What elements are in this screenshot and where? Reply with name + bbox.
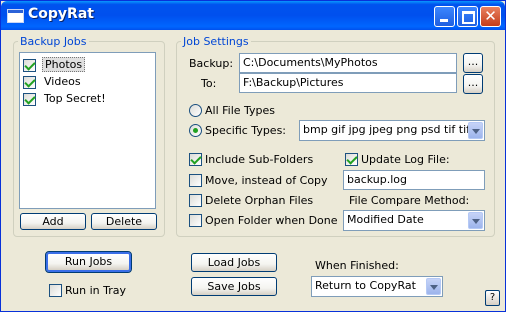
run-jobs-label: Run Jobs [64,255,113,268]
load-jobs-button[interactable]: Load Jobs [191,253,277,272]
backup-label: Backup: [189,57,234,70]
chevron-down-icon[interactable] [468,122,483,139]
backup-jobs-list[interactable]: Photos Videos Top Secret! [19,52,156,209]
compare-method-select[interactable]: Modified Date [343,210,485,231]
job-checkbox-videos[interactable] [23,76,36,89]
move-instead-label: Move, instead of Copy [205,174,328,187]
when-finished-value: Return to CopyRat [315,279,416,292]
specific-types-select[interactable]: bmp gif jpg jpeg png psd tif tiff tga [299,120,485,141]
when-finished-select[interactable]: Return to CopyRat [311,276,443,297]
app-window-icon [7,9,24,23]
job-checkbox-photos[interactable] [23,59,36,72]
all-file-types-label: All File Types [205,104,276,117]
close-button[interactable]: ✕ [480,6,501,27]
window-title: CopyRat [28,6,94,22]
help-button[interactable]: ? [485,290,500,306]
compare-method-label: File Compare Method: [349,194,470,207]
backup-source-field[interactable]: C:\Documents\MyPhotos [239,53,457,73]
close-icon: ✕ [484,7,497,25]
browse-source-button[interactable]: ... [463,53,483,73]
run-jobs-button[interactable]: Run Jobs [45,251,132,273]
delete-job-button[interactable]: Delete [91,213,157,230]
minimize-icon [435,7,454,26]
maximize-button[interactable] [457,6,478,27]
save-jobs-label: Save Jobs [207,280,261,293]
add-job-button[interactable]: Add [20,213,86,230]
include-subfolders-checkbox[interactable] [189,153,202,166]
specific-types-label: Specific Types: [205,124,287,137]
maximize-icon [458,7,477,26]
job-settings-legend: Job Settings [183,35,249,48]
all-file-types-radio[interactable] [189,104,202,117]
when-finished-label: When Finished: [315,259,399,272]
list-item-label: Top Secret! [44,92,106,105]
log-file-field[interactable]: backup.log [343,170,485,190]
update-log-checkbox[interactable] [345,153,358,166]
run-in-tray-label: Run in Tray [65,284,126,297]
move-instead-checkbox[interactable] [189,174,202,187]
delete-orphan-checkbox[interactable] [189,194,202,207]
specific-types-radio[interactable] [189,124,202,137]
chevron-down-icon[interactable] [426,278,441,295]
update-log-label: Update Log File: [361,153,450,166]
compare-method-value: Modified Date [347,213,424,226]
load-jobs-label: Load Jobs [207,256,261,269]
list-item-photos[interactable]: Photos [23,57,151,73]
open-folder-label: Open Folder when Done [205,214,338,227]
open-folder-checkbox[interactable] [189,214,202,227]
list-item-videos[interactable]: Videos [23,74,151,90]
browse-source-label: ... [467,55,479,68]
backup-jobs-legend: Backup Jobs [20,35,87,48]
delete-orphan-label: Delete Orphan Files [205,194,314,207]
to-label: To: [201,77,217,90]
add-job-label: Add [42,215,64,228]
list-item-top-secret[interactable]: Top Secret! [23,91,151,107]
include-subfolders-label: Include Sub-Folders [205,153,314,166]
save-jobs-button[interactable]: Save Jobs [191,277,277,296]
job-checkbox-top-secret[interactable] [23,93,36,106]
specific-types-value: bmp gif jpg jpeg png psd tif tiff tga [303,123,481,136]
minimize-button[interactable] [434,6,455,27]
browse-destination-label: ... [467,76,479,89]
delete-job-label: Delete [105,215,143,228]
browse-destination-button[interactable]: ... [463,74,483,94]
chevron-down-icon[interactable] [468,212,483,229]
backup-destination-field[interactable]: F:\Backup\Pictures [239,73,457,93]
main-window: CopyRat ✕ Backup Jobs Photos Videos Top … [0,0,506,312]
title-bar[interactable]: CopyRat ✕ [1,1,505,30]
list-item-label: Videos [44,75,81,88]
list-item-label: Photos [42,57,86,72]
run-in-tray-checkbox[interactable] [49,284,62,297]
